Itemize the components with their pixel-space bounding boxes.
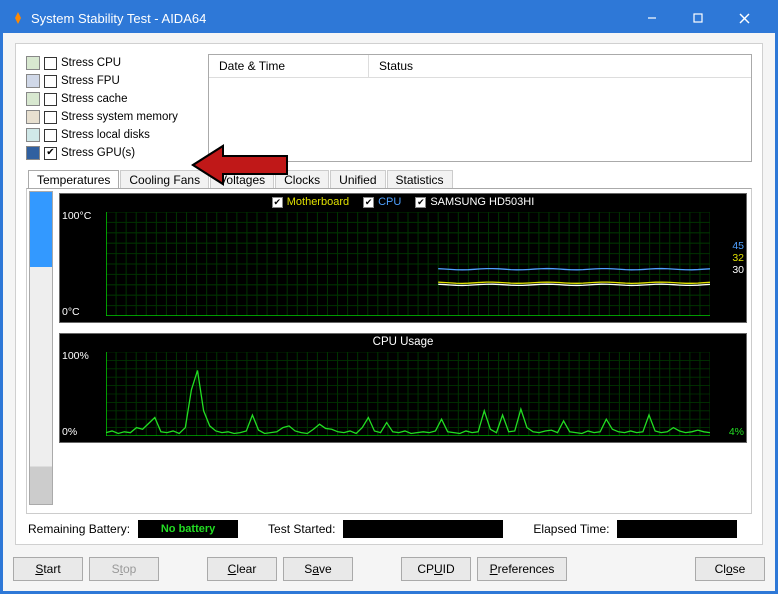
tab-unified[interactable]: Unified xyxy=(330,170,385,189)
tab-temperatures[interactable]: Temperatures xyxy=(28,170,119,189)
mem-icon xyxy=(26,110,40,124)
reading-value: 32 xyxy=(732,252,744,264)
legend-cpu[interactable]: ✔CPU xyxy=(363,196,401,208)
stress-option-disk[interactable]: Stress local disks xyxy=(26,126,196,144)
legend-checkbox[interactable]: ✔ xyxy=(363,197,374,208)
maximize-button[interactable] xyxy=(675,3,721,33)
legend-motherboard[interactable]: ✔Motherboard xyxy=(272,196,349,208)
stress-label: Stress local disks xyxy=(61,129,150,141)
checkbox[interactable] xyxy=(44,75,57,88)
clear-button[interactable]: Clear xyxy=(207,557,277,581)
cpuid-button[interactable]: CPUID xyxy=(401,557,471,581)
checkbox[interactable] xyxy=(44,93,57,106)
battery-value: No battery xyxy=(153,523,223,535)
reading-value: 45 xyxy=(732,240,744,252)
stress-label: Stress CPU xyxy=(61,57,121,69)
window-title: System Stability Test - AIDA64 xyxy=(31,11,206,26)
test-started-label: Test Started: xyxy=(268,522,335,536)
legend-samsung-hd503hi[interactable]: ✔SAMSUNG HD503HI xyxy=(415,196,534,208)
stress-option-cpu[interactable]: Stress cache xyxy=(26,90,196,108)
preferences-button[interactable]: Preferences xyxy=(477,557,567,581)
highlight-arrow xyxy=(191,140,291,195)
window-titlebar: System Stability Test - AIDA64 xyxy=(3,3,775,33)
usage-ymin: 0% xyxy=(62,426,102,438)
reading-value: 30 xyxy=(732,264,744,276)
elapsed-value xyxy=(617,520,737,538)
start-button[interactable]: Start xyxy=(13,557,83,581)
elapsed-label: Elapsed Time: xyxy=(533,522,609,536)
legend-checkbox[interactable]: ✔ xyxy=(415,197,426,208)
close-button[interactable] xyxy=(721,3,767,33)
checkbox[interactable] xyxy=(44,57,57,70)
checkbox[interactable] xyxy=(44,111,57,124)
minimize-button[interactable] xyxy=(629,3,675,33)
stress-test-options: Stress CPU Stress FPU Stress cache Stres… xyxy=(26,54,196,162)
temp-ymax: 100°C xyxy=(62,210,102,222)
graph-area: ✔Motherboard ✔CPU ✔SAMSUNG HD503HI 100°C 0… xyxy=(26,188,752,514)
disk-icon xyxy=(26,128,40,142)
stress-label: Stress FPU xyxy=(61,75,120,87)
button-bar: Start Stop Clear Save CPUID Preferences … xyxy=(3,551,775,591)
col-header-status[interactable]: Status xyxy=(369,55,751,77)
temp-ymin: 0°C xyxy=(62,306,102,318)
stress-label: Stress cache xyxy=(61,93,127,105)
graph-tabs: TemperaturesCooling FansVoltagesClocksUn… xyxy=(26,170,752,189)
stress-label: Stress system memory xyxy=(61,111,178,123)
reading-value: 4% xyxy=(729,426,744,438)
cpu-usage-title: CPU Usage xyxy=(60,336,746,348)
col-header-datetime[interactable]: Date & Time xyxy=(209,55,369,77)
temperature-chart: ✔Motherboard ✔CPU ✔SAMSUNG HD503HI 100°C 0… xyxy=(59,193,747,323)
stress-option-fpu[interactable]: Stress FPU xyxy=(26,72,196,90)
cpu-icon xyxy=(26,56,40,70)
cpu-icon xyxy=(26,92,40,106)
checkbox[interactable] xyxy=(44,129,57,142)
stress-option-cpu[interactable]: Stress CPU xyxy=(26,54,196,72)
status-bar: Remaining Battery: No battery Test Start… xyxy=(26,514,752,544)
stress-label: Stress GPU(s) xyxy=(61,147,135,159)
test-started-value xyxy=(343,520,503,538)
close-dialog-button[interactable]: Close xyxy=(695,557,765,581)
fpu-icon xyxy=(26,74,40,88)
tab-statistics[interactable]: Statistics xyxy=(387,170,453,189)
usage-ymax: 100% xyxy=(62,350,102,362)
save-button[interactable]: Save xyxy=(283,557,353,581)
gpu-icon xyxy=(26,146,40,160)
app-icon xyxy=(11,11,25,25)
stop-button: Stop xyxy=(89,557,159,581)
graph-scrollbar[interactable] xyxy=(29,191,53,505)
checkbox[interactable] xyxy=(44,147,57,160)
cpu-usage-chart: CPU Usage 100% 0% 4% xyxy=(59,333,747,443)
stress-option-gpu[interactable]: Stress GPU(s) xyxy=(26,144,196,162)
battery-label: Remaining Battery: xyxy=(28,522,130,536)
legend-checkbox[interactable]: ✔ xyxy=(272,197,283,208)
stress-option-mem[interactable]: Stress system memory xyxy=(26,108,196,126)
